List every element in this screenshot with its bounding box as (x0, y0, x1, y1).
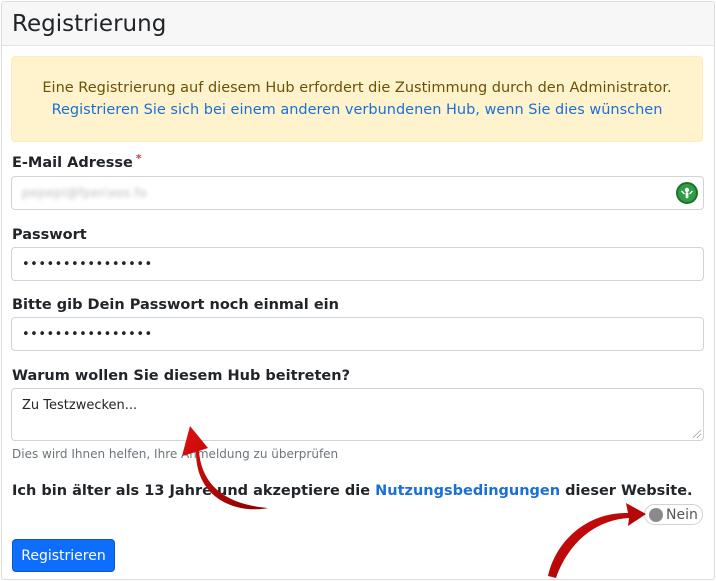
reason-value: Zu Testzwecken... (22, 398, 138, 413)
email-field[interactable]: pepepl@fperixos.fo (11, 176, 704, 210)
approval-alert: Eine Registrierung auf diesem Hub erford… (11, 56, 703, 142)
alert-message: Eine Registrierung auf diesem Hub erford… (42, 80, 672, 96)
terms-link[interactable]: Nutzungsbedingungen (375, 483, 560, 499)
reason-help-text: Dies wird Ihnen helfen, Ihre Anmeldung z… (12, 447, 339, 461)
other-hub-link[interactable]: Registrieren Sie sich bei einem anderen … (12, 99, 702, 121)
email-label: E-Mail Adresse * (12, 152, 142, 171)
reason-label: Warum wollen Sie diesem Hub beitreten? (12, 368, 350, 384)
email-value: pepepl@fperixos.fo (22, 186, 148, 200)
reason-textarea[interactable]: Zu Testzwecken... (11, 388, 704, 441)
required-mark: * (135, 152, 142, 165)
password-value: •••••••••••••••• (22, 256, 153, 272)
toggle-label: Nein (666, 506, 698, 523)
resize-handle[interactable] (693, 430, 701, 438)
register-button[interactable]: Registrieren (12, 539, 115, 572)
toggle-knob (649, 507, 663, 522)
terms-statement: Ich bin älter als 13 Jahre und akzeptier… (12, 483, 693, 499)
password-confirm-label: Bitte gib Dein Passwort noch einmal ein (12, 297, 339, 313)
card-header: Registrierung (2, 2, 714, 46)
password-confirm-field[interactable]: •••••••••••••••• (11, 317, 704, 351)
page-title: Registrierung (12, 11, 167, 37)
password-confirm-value: •••••••••••••••• (22, 326, 153, 342)
shield-check-icon (676, 182, 698, 204)
password-label: Passwort (12, 227, 87, 243)
password-field[interactable]: •••••••••••••••• (11, 247, 704, 281)
terms-toggle[interactable]: Nein (644, 504, 703, 525)
